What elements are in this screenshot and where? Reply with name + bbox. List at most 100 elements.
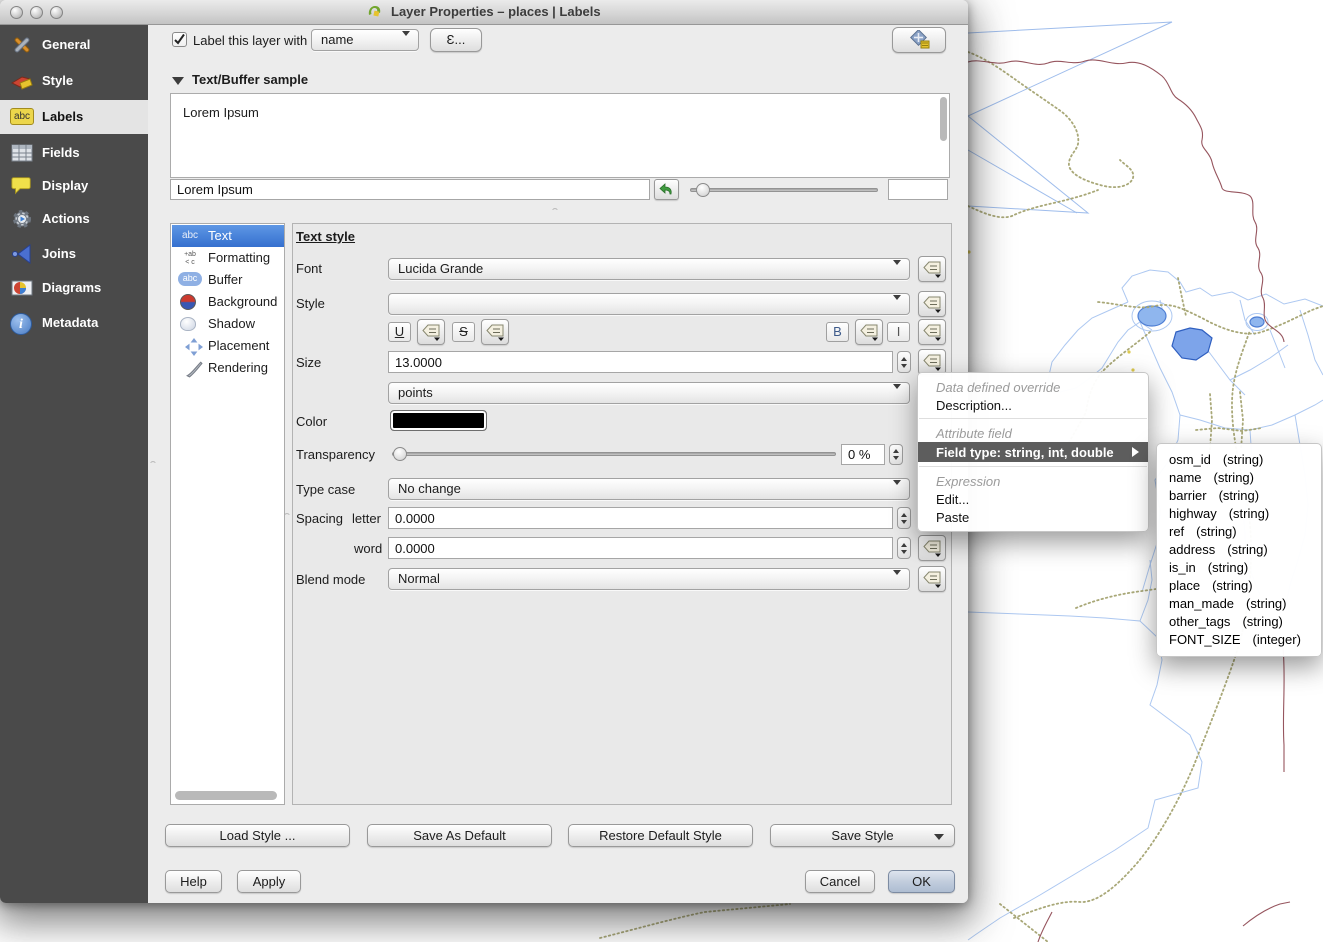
data-defined-icon [923,324,942,341]
sidebar-item-style[interactable]: Style [0,64,148,98]
sidebar-item-diagrams[interactable]: Diagrams [0,271,148,305]
label-preview-box: Lorem Ipsum [170,93,950,178]
speech-bubble-icon [10,174,34,198]
font-data-defined-button[interactable] [918,256,946,282]
blend-mode-select[interactable]: Normal [388,568,910,590]
collapse-triangle-icon[interactable] [172,77,184,85]
letter-spacing-input[interactable] [388,507,893,529]
paintbrush-icon [10,69,34,93]
sidebar-item-actions[interactable]: Actions [0,202,148,236]
automated-placement-button[interactable] [892,27,946,53]
tab-text[interactable]: abc Text [172,225,284,247]
tab-formatting[interactable]: +ab< c Formatting [172,247,284,269]
tab-rendering[interactable]: Rendering [172,357,284,379]
font-select[interactable]: Lucida Grande [388,258,910,280]
window-titlebar[interactable]: Layer Properties – places | Labels [0,0,968,25]
label-field-select[interactable]: name [311,29,419,51]
reset-sample-button[interactable] [654,179,679,200]
transparency-label: Transparency [296,447,375,462]
cancel-button[interactable]: Cancel [805,870,875,893]
type-case-label: Type case [296,482,355,497]
label-preview-text: Lorem Ipsum [183,105,259,120]
bold-data-defined-button[interactable] [855,319,883,345]
italic-data-defined-button[interactable] [918,319,946,345]
label-this-layer-checkbox[interactable] [172,32,187,47]
save-style-button[interactable]: Save Style [770,824,955,847]
sidebar-item-joins[interactable]: Joins [0,237,148,271]
strikeout-data-defined-button[interactable] [481,319,509,345]
word-spacing-input[interactable] [388,537,893,559]
strikeout-button[interactable]: S [452,322,475,342]
spacing-data-defined-button[interactable] [918,535,946,561]
submenu-item-name[interactable]: name(string) [1157,469,1321,487]
word-spacing-stepper[interactable] [897,537,911,559]
expression-button[interactable]: Ɛ... [430,28,482,52]
checkmark-icon [173,33,186,46]
style-data-defined-button[interactable] [918,291,946,317]
underline-button[interactable]: U [388,322,411,342]
bold-button[interactable]: B [826,322,849,342]
italic-button[interactable]: I [887,322,910,342]
menu-item-description[interactable]: Description... [918,396,1148,414]
ok-button[interactable]: OK [888,870,955,893]
submenu-item-place[interactable]: place(string) [1157,577,1321,595]
preview-scrollbar[interactable] [940,97,947,141]
tab-placement[interactable]: Placement [172,335,284,357]
tab-buffer[interactable]: abc Buffer [172,269,284,291]
sample-text-input[interactable] [170,179,650,200]
submenu-item-osm_id[interactable]: osm_id(string) [1157,451,1321,469]
tools-icon [10,33,34,57]
submenu-arrow-icon [1132,447,1139,457]
transparency-value[interactable] [841,444,885,465]
menu-item-paste[interactable]: Paste [918,508,1148,526]
menu-item-edit[interactable]: Edit... [918,490,1148,508]
type-case-select[interactable]: No change [388,478,910,500]
menu-item-field-type[interactable]: Field type: string, int, double [918,442,1148,462]
sidebar-item-labels[interactable]: abc Labels [0,100,148,134]
tab-shadow[interactable]: Shadow [172,313,284,335]
transparency-slider-thumb[interactable] [393,447,407,461]
submenu-item-address[interactable]: address(string) [1157,541,1321,559]
load-style-button[interactable]: Load Style ... [165,824,350,847]
blend-data-defined-button[interactable] [918,566,946,592]
submenu-item-is_in[interactable]: is_in(string) [1157,559,1321,577]
restore-default-style-button[interactable]: Restore Default Style [568,824,753,847]
font-style-select[interactable] [388,293,910,315]
underline-data-defined-button[interactable] [417,319,445,345]
tab-background[interactable]: Background [172,291,284,313]
help-button[interactable]: Help [165,870,222,893]
sample-size-field[interactable] [888,179,948,200]
apply-button[interactable]: Apply [237,870,301,893]
sidebar-item-fields[interactable]: Fields [0,136,148,170]
info-icon: i [10,313,32,335]
menu-section-data-defined-override: Data defined override [918,378,1148,396]
transparency-slider[interactable] [392,452,836,456]
qgis-logo-icon [367,5,382,19]
size-stepper[interactable] [897,351,911,373]
letter-spacing-stepper[interactable] [897,507,911,529]
tablist-scrollbar[interactable] [175,791,277,800]
transparency-stepper[interactable] [889,444,903,465]
qgis-screen: Layer Properties – places | Labels Gener… [0,0,1323,942]
sidebar-item-display[interactable]: Display [0,169,148,203]
sidebar-item-general[interactable]: General [0,28,148,62]
submenu-item-ref[interactable]: ref(string) [1157,523,1321,541]
sample-size-slider[interactable] [690,188,878,192]
data-defined-context-menu: Data defined override Description... Att… [917,372,1149,532]
color-swatch-button[interactable] [390,410,487,431]
splitter-collapse-icon[interactable]: ⌢ [552,203,558,214]
left-splitter-icon[interactable]: ⌢ [150,456,156,467]
size-units-select[interactable]: points [388,382,910,404]
submenu-item-other_tags[interactable]: other_tags(string) [1157,613,1321,631]
label-field-value: name [321,32,354,47]
sidebar-item-metadata[interactable]: i Metadata [0,306,148,340]
submenu-item-FONT_SIZE[interactable]: FONT_SIZE(integer) [1157,631,1321,649]
save-as-default-button[interactable]: Save As Default [367,824,552,847]
color-label: Color [296,414,327,429]
submenu-item-highway[interactable]: highway(string) [1157,505,1321,523]
submenu-item-man_made[interactable]: man_made(string) [1157,595,1321,613]
chart-icon [10,276,34,300]
sample-size-slider-thumb[interactable] [696,183,710,197]
submenu-item-barrier[interactable]: barrier(string) [1157,487,1321,505]
size-input[interactable] [388,351,893,373]
